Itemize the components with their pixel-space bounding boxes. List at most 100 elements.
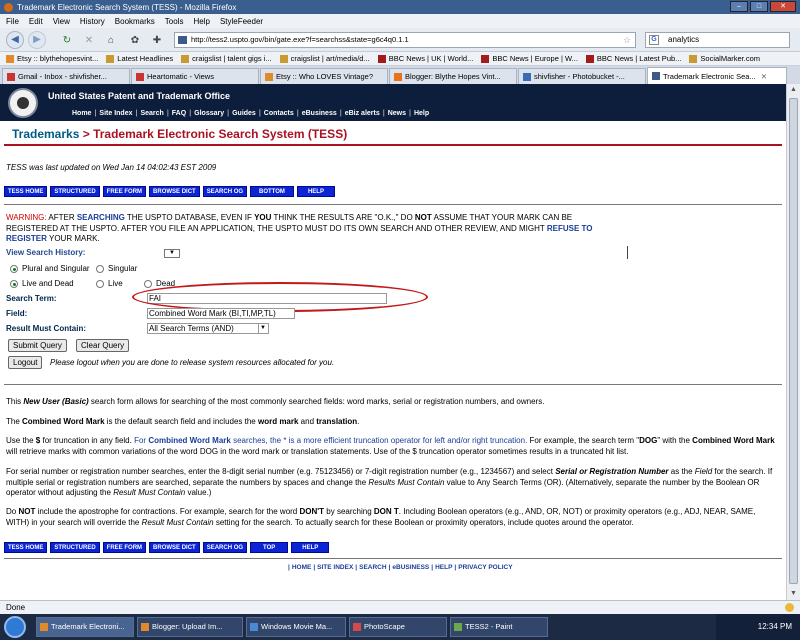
search-history-label: View Search History:: [6, 248, 86, 257]
footer-home[interactable]: HOME: [292, 564, 312, 571]
bottom-button[interactable]: BOTTOM: [250, 186, 294, 197]
bookmark-item[interactable]: BBC News | UK | World...: [377, 54, 473, 63]
menu-edit[interactable]: Edit: [29, 17, 43, 26]
footer-ebusiness[interactable]: eBUSINESS: [392, 564, 429, 571]
menu-stylefeeder[interactable]: StyleFeeder: [220, 17, 263, 26]
stop-icon[interactable]: ✕: [82, 34, 96, 47]
close-tab-icon[interactable]: ✕: [761, 72, 767, 81]
forward-button[interactable]: ▶: [28, 31, 46, 49]
bbc-icon: [377, 54, 386, 63]
radio-live-dead[interactable]: Live and Dead: [10, 279, 74, 288]
taskbar-item-movie-maker[interactable]: Windows Movie Ma...: [246, 617, 346, 637]
clock[interactable]: 12:34 PM: [758, 622, 792, 631]
toplink-guides[interactable]: Guides: [232, 110, 256, 117]
menu-view[interactable]: View: [53, 17, 70, 26]
last-updated-text: TESS was last updated on Wed Jan 14 04:0…: [6, 163, 217, 172]
menu-bookmarks[interactable]: Bookmarks: [115, 17, 155, 26]
footer-site-index[interactable]: SITE INDEX: [317, 564, 353, 571]
search-history-dropdown[interactable]: ▼: [164, 249, 180, 258]
scroll-thumb[interactable]: [789, 98, 798, 584]
help-paragraph-basic: This New User (Basic) search form allows…: [6, 397, 545, 406]
start-button[interactable]: [4, 616, 26, 638]
logout-button[interactable]: Logout: [8, 356, 43, 369]
menu-tools[interactable]: Tools: [165, 17, 184, 26]
tab-etsy[interactable]: Etsy :: Who LOVES Vintage?: [260, 68, 388, 84]
field-select[interactable]: Combined Word Mark (BI,TI,MP,TL): [147, 308, 295, 319]
submit-query-button[interactable]: Submit Query: [8, 339, 67, 352]
taskbar-item-firefox[interactable]: Trademark Electroni...: [36, 617, 134, 637]
radio-plural-singular[interactable]: Plural and Singular: [10, 264, 90, 273]
bookmark-item[interactable]: BBC News | Europe | W...: [481, 54, 578, 63]
tab-gmail[interactable]: Gmail - Inbox - shivfisher...: [2, 68, 130, 84]
browse-dict-button[interactable]: BROWSE DICT: [149, 186, 200, 197]
bookmark-item[interactable]: Latest Headlines: [106, 54, 173, 63]
taskbar-item-paint[interactable]: TESS2 - Paint: [450, 617, 548, 637]
search-og-button[interactable]: SEARCH OG: [202, 186, 248, 197]
reload-icon[interactable]: ↻: [60, 34, 74, 47]
bookmark-add-icon[interactable]: ✚: [150, 34, 164, 47]
back-button[interactable]: ◀: [6, 31, 24, 49]
taskbar-item-blogger[interactable]: Blogger: Upload Im...: [137, 617, 243, 637]
vertical-scrollbar[interactable]: ▲ ▼: [786, 84, 800, 600]
bookmark-item[interactable]: craigslist | art/media/d...: [279, 54, 370, 63]
top-button[interactable]: TOP: [250, 542, 289, 553]
free-form-button[interactable]: FREE FORM: [102, 186, 147, 197]
bookmark-item[interactable]: SocialMarker.com: [689, 54, 760, 63]
toplink-ebiz-alerts[interactable]: eBiz alerts: [345, 110, 380, 117]
smiley-icon[interactable]: [785, 603, 794, 612]
tess-home-button[interactable]: TESS HOME: [4, 186, 48, 197]
clear-query-button[interactable]: Clear Query: [76, 339, 130, 352]
bookmark-item[interactable]: BBC News | Latest Pub...: [585, 54, 681, 63]
tab-heartomatic[interactable]: Heartomatic - Views: [131, 68, 259, 84]
tab-blogger[interactable]: Blogger: Blythe Hopes Vint...: [389, 68, 517, 84]
bookmark-item[interactable]: craigslist | talent gigs i...: [181, 54, 272, 63]
toplink-search[interactable]: Search: [140, 110, 163, 117]
addon-icon[interactable]: ✿: [128, 34, 142, 47]
toplink-glossary[interactable]: Glossary: [194, 110, 224, 117]
toplink-contacts[interactable]: Contacts: [264, 110, 294, 117]
help-button[interactable]: HELP: [291, 542, 330, 553]
browse-dict-button[interactable]: BROWSE DICT: [149, 542, 200, 553]
url-bar[interactable]: http://tess2.uspto.gov/bin/gate.exe?f=se…: [174, 32, 636, 48]
divider: [4, 558, 782, 559]
toplink-home[interactable]: Home: [72, 110, 91, 117]
bookmark-item[interactable]: Etsy :: blythehopesvint...: [6, 54, 98, 63]
result-contain-select[interactable]: All Search Terms (AND) ▼: [147, 323, 269, 334]
scroll-up-icon[interactable]: ▲: [788, 84, 799, 96]
toplink-help[interactable]: Help: [414, 110, 429, 117]
tab-tess[interactable]: Trademark Electronic Sea... ✕: [647, 67, 787, 84]
maximize-button[interactable]: □: [750, 1, 768, 12]
menu-history[interactable]: History: [80, 17, 105, 26]
toplink-news[interactable]: News: [388, 110, 406, 117]
close-window-button[interactable]: ✕: [770, 1, 796, 12]
toplink-ebusiness[interactable]: eBusiness: [302, 110, 337, 117]
tess-home-button[interactable]: TESS HOME: [4, 542, 48, 553]
toplink-site-index[interactable]: Site Index: [99, 110, 132, 117]
minimize-button[interactable]: –: [730, 1, 748, 12]
footer-help[interactable]: HELP: [435, 564, 452, 571]
menu-file[interactable]: File: [6, 17, 19, 26]
web-search-input[interactable]: G analytics: [645, 32, 790, 48]
trademarks-link[interactable]: Trademarks: [12, 127, 79, 141]
radio-singular[interactable]: Singular: [96, 264, 137, 273]
help-button[interactable]: HELP: [296, 186, 335, 197]
search-og-button[interactable]: SEARCH OG: [202, 542, 248, 553]
uspto-icon: [652, 72, 660, 80]
scroll-down-icon[interactable]: ▼: [788, 588, 799, 600]
structured-button[interactable]: STRUCTURED: [50, 186, 100, 197]
toplink-faq[interactable]: FAQ: [172, 110, 186, 117]
menu-help[interactable]: Help: [193, 17, 209, 26]
taskbar-item-photoscape[interactable]: PhotoScape: [349, 617, 447, 637]
radio-live[interactable]: Live: [96, 279, 123, 288]
free-form-button[interactable]: FREE FORM: [102, 542, 147, 553]
firefox-icon: [141, 623, 149, 631]
structured-button[interactable]: STRUCTURED: [50, 542, 100, 553]
google-icon[interactable]: G: [649, 35, 659, 45]
home-icon[interactable]: ⌂: [104, 34, 118, 47]
footer-privacy-policy[interactable]: PRIVACY POLICY: [458, 564, 512, 571]
footer-search[interactable]: SEARCH: [359, 564, 386, 571]
uspto-banner: United States Patent and Trademark Offic…: [0, 84, 786, 121]
tab-photobucket[interactable]: shivfisher - Photobucket -...: [518, 68, 646, 84]
star-icon[interactable]: ☆: [623, 33, 631, 47]
divider: [4, 204, 782, 205]
